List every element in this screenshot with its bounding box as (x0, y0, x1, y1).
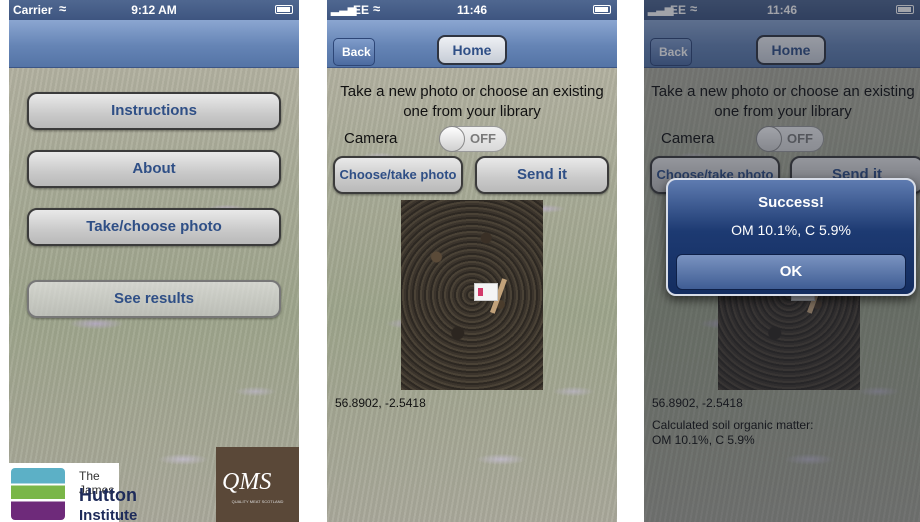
hutton-logo-line2: Hutton (79, 485, 137, 505)
james-hutton-logo: The James Hutton Institute (9, 463, 137, 522)
choose-take-photo-button[interactable]: Choose/take photo (333, 156, 463, 194)
status-time: 9:12 AM (131, 3, 177, 17)
ok-button[interactable]: OK (676, 254, 906, 290)
success-alert: Success! OM 10.1%, C 5.9% OK (666, 178, 916, 296)
home-screen: Carrier ≈ 9:12 AM Instructions About Tak… (9, 0, 299, 522)
battery-icon (275, 5, 293, 14)
grass-background (9, 0, 299, 522)
hutton-mark-icon (11, 468, 65, 520)
camera-toggle[interactable]: OFF (439, 126, 507, 152)
battery-icon (593, 5, 611, 14)
qms-logo-subtitle: QUALITY MEAT SCOTLAND (231, 499, 284, 504)
status-time: 11:46 (456, 3, 488, 17)
status-bar: Carrier ≈ 9:12 AM (9, 0, 299, 20)
result-screen: ▂▃▅ EE ≈ 11:46 Back Home Take a new phot… (644, 0, 920, 522)
send-it-button[interactable]: Send it (475, 156, 609, 194)
photo-screen: ▂▃▅ EE ≈ 11:46 Back Home Take a new phot… (327, 0, 617, 522)
take-choose-photo-button[interactable]: Take/choose photo (27, 208, 281, 246)
qms-logo-text: QMS (222, 469, 272, 495)
home-button[interactable]: Home (437, 35, 507, 65)
photo-prompt: Take a new photo or choose an existing o… (340, 83, 604, 120)
toggle-knob (439, 126, 465, 152)
alert-message: OM 10.1%, C 5.9% (731, 222, 851, 238)
alert-title: Success! (758, 194, 824, 211)
back-button[interactable]: Back (333, 38, 375, 66)
status-bar: ▂▃▅ EE ≈ 11:46 (327, 0, 617, 20)
hutton-logo-line3: Institute (79, 507, 138, 522)
gps-coordinates: 56.8902, -2.5418 (335, 396, 426, 410)
toggle-state: OFF (470, 131, 496, 146)
photo-tag (474, 283, 498, 301)
about-button[interactable]: About (27, 150, 281, 188)
navigation-bar (9, 20, 299, 68)
qms-logo: QMS QUALITY MEAT SCOTLAND (216, 447, 299, 522)
instructions-button[interactable]: Instructions (27, 92, 281, 130)
see-results-button[interactable]: See results (27, 280, 281, 318)
camera-label: Camera (344, 130, 398, 147)
soil-photo (401, 200, 543, 390)
